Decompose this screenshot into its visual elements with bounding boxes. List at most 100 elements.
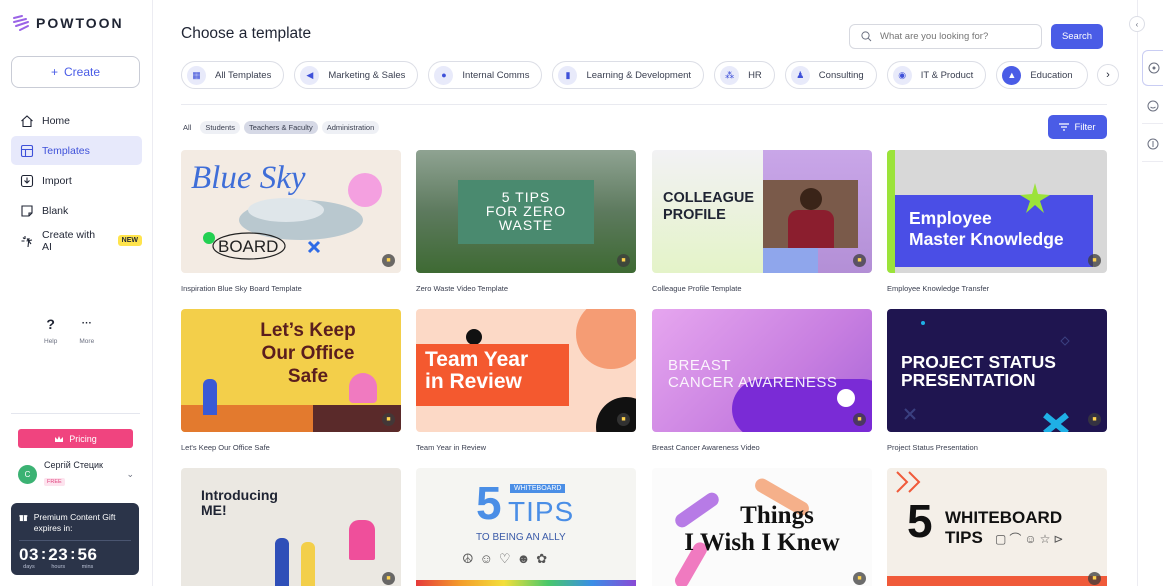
subfilter-all[interactable]: All <box>181 121 196 134</box>
thumbnail-label: WHITEBOARD <box>510 484 566 493</box>
template-card[interactable]: PROJECT STATUS PRESENTATION ■ Project St… <box>887 309 1107 452</box>
chip-icon: ◉ <box>892 65 912 85</box>
subfilter-teachers-faculty[interactable]: Teachers & Faculty <box>243 121 318 134</box>
plan-badge: FREE <box>44 478 65 486</box>
book-icon: ▮ <box>558 65 578 85</box>
avatar: C <box>18 464 37 484</box>
search-icon <box>861 31 872 42</box>
search-input[interactable] <box>880 31 1030 42</box>
category-scroll-right-button[interactable]: › <box>1097 64 1119 86</box>
filter-button[interactable]: Filter <box>1048 115 1107 139</box>
template-title[interactable]: Colleague Profile Template <box>652 284 872 293</box>
page-title: Choose a template <box>181 25 312 42</box>
template-card[interactable]: COLLEAGUE PROFILE ■ Colleague Profile Te… <box>652 150 872 293</box>
filter-label: Filter <box>1074 121 1096 133</box>
template-card[interactable]: 5 WHITEBOARD TIPS TO BEING AN ALLY ☮☺♡☻✿ <box>416 468 636 586</box>
template-thumbnail[interactable]: 5 WHITEBOARD TIPS ▢⌒☺☆⊳ ■ <box>887 468 1107 586</box>
sidebar-item-home[interactable]: Home <box>11 106 142 135</box>
template-title[interactable]: Breast Cancer Awareness Video <box>652 443 872 452</box>
template-thumbnail[interactable]: Team Year in Review ■ <box>416 309 636 432</box>
template-thumbnail[interactable]: Let’s Keep Our Office Safe ■ <box>181 309 401 432</box>
search-button[interactable]: Search <box>1051 24 1103 49</box>
subfilter-students[interactable]: Students <box>200 121 240 134</box>
sidebar-item-create-with-ai[interactable]: Create with AI NEW <box>11 226 142 255</box>
category-learning-development[interactable]: ▮ Learning & Development <box>552 61 705 89</box>
template-card[interactable]: Let’s Keep Our Office Safe ■ Let's Keep … <box>181 309 401 452</box>
thumbnail-line: PROJECT STATUS <box>901 352 1056 372</box>
template-thumbnail[interactable]: Blue Sky BOARD ■ <box>181 150 401 273</box>
category-label: Consulting <box>818 69 864 81</box>
category-consulting[interactable]: ♟ Consulting <box>784 61 877 89</box>
pricing-button[interactable]: Pricing <box>18 429 133 448</box>
premium-gift-icon: ■ <box>382 254 395 267</box>
category-marketing-sales[interactable]: ◀ Marketing & Sales <box>294 61 419 89</box>
collapse-panel-button[interactable]: ‹ <box>1129 16 1145 32</box>
timer-mins-label: mins <box>81 564 94 570</box>
template-card[interactable]: BREAST CANCER AWARENESS ■ Breast Cancer … <box>652 309 872 452</box>
template-card[interactable]: Things I Wish I Knew ■ <box>652 468 872 586</box>
template-card[interactable]: Blue Sky BOARD ■ Inspiration Blue Sky Bo… <box>181 150 401 293</box>
template-title[interactable]: Team Year in Review <box>416 443 636 452</box>
gift-divider <box>19 540 131 541</box>
thumbnail-figure <box>301 542 315 586</box>
sidebar-item-import[interactable]: Import <box>11 166 142 195</box>
template-card[interactable]: 5 TIPS FOR ZERO WASTE ■ Zero Waste Video… <box>416 150 636 293</box>
user-info: Сергій Стецик FREE <box>44 460 103 488</box>
people-icon: ⁂ <box>720 65 740 85</box>
subfilter-administration[interactable]: Administration <box>321 121 380 134</box>
help-button[interactable]: ? Help <box>44 316 57 345</box>
template-card[interactable]: 5 WHITEBOARD TIPS ▢⌒☺☆⊳ ■ <box>887 468 1107 586</box>
main-content: Choose a template Search ▦ All Templates… <box>153 0 1137 586</box>
template-thumbnail[interactable]: PROJECT STATUS PRESENTATION ■ <box>887 309 1107 432</box>
templates-icon <box>20 144 34 157</box>
template-title[interactable]: Let's Keep Our Office Safe <box>181 443 401 452</box>
powtoon-logo[interactable]: POWTOON <box>12 14 124 32</box>
rail-tab-brand[interactable] <box>1142 126 1163 162</box>
category-hr[interactable]: ⁂ HR <box>714 61 775 89</box>
thumbnail-line: ME! <box>201 502 227 518</box>
search-box[interactable] <box>849 24 1042 49</box>
template-card[interactable]: Employee Master Knowledge ■ Employee Kno… <box>887 150 1107 293</box>
category-education[interactable]: ▲ Education <box>996 61 1088 89</box>
help-more-group: ? Help ··· More <box>44 316 94 345</box>
template-title[interactable]: Employee Knowledge Transfer <box>887 284 1107 293</box>
timer-days: 03 <box>19 545 39 564</box>
category-it-product[interactable]: ◉ IT & Product <box>886 61 987 89</box>
template-title[interactable]: Inspiration Blue Sky Board Template <box>181 284 401 293</box>
smile-icon <box>1147 100 1159 111</box>
template-card[interactable]: Introducing ME! ■ <box>181 468 401 586</box>
thumbnail-line: FOR ZERO <box>485 203 567 219</box>
template-thumbnail[interactable]: Employee Master Knowledge ■ <box>887 150 1107 273</box>
thumbnail-stripe <box>887 576 1107 586</box>
thumbnail-rainbow <box>416 580 636 586</box>
thumbnail-photo-body <box>788 210 834 248</box>
template-thumbnail[interactable]: Introducing ME! ■ <box>181 468 401 586</box>
template-title[interactable]: Project Status Presentation <box>887 443 1107 452</box>
create-button[interactable]: + Create <box>11 56 140 88</box>
thumbnail-line: I Wish I Knew <box>684 529 840 556</box>
template-title[interactable]: Zero Waste Video Template <box>416 284 636 293</box>
thumbnail-line: Let’s Keep <box>260 320 356 341</box>
category-label: IT & Product <box>920 69 974 81</box>
premium-gift-panel[interactable]: Premium Content Gift expires in: 03 days … <box>11 503 139 575</box>
template-card[interactable]: Team Year in Review ■ Team Year in Revie… <box>416 309 636 452</box>
timer-separator: : <box>40 546 47 563</box>
palette-icon <box>1148 62 1159 74</box>
rail-tab-media[interactable] <box>1142 88 1163 124</box>
timer-hours: 23 <box>48 545 69 564</box>
template-thumbnail[interactable]: COLLEAGUE PROFILE ■ <box>652 150 872 273</box>
thumbnail-icons: ☮☺♡☻✿ <box>462 551 554 566</box>
template-thumbnail[interactable]: BREAST CANCER AWARENESS ■ <box>652 309 872 432</box>
sidebar-item-blank[interactable]: Blank <box>11 196 142 225</box>
sidebar-item-templates[interactable]: Templates <box>11 136 142 165</box>
template-thumbnail[interactable]: Things I Wish I Knew ■ <box>652 468 872 586</box>
rail-tab-templates[interactable] <box>1142 50 1163 86</box>
template-thumbnail[interactable]: 5 WHITEBOARD TIPS TO BEING AN ALLY ☮☺♡☻✿ <box>416 468 636 586</box>
template-thumbnail[interactable]: 5 TIPS FOR ZERO WASTE ■ <box>416 150 636 273</box>
more-button[interactable]: ··· More <box>79 316 94 345</box>
category-internal-comms[interactable]: ● Internal Comms <box>428 61 543 89</box>
thumbnail-title: PROJECT STATUS PRESENTATION <box>901 353 1056 389</box>
category-all-templates[interactable]: ▦ All Templates <box>181 61 285 89</box>
user-name: Сергій Стецик <box>44 460 103 470</box>
user-menu[interactable]: C Сергій Стецик FREE ⌄ <box>18 460 134 488</box>
